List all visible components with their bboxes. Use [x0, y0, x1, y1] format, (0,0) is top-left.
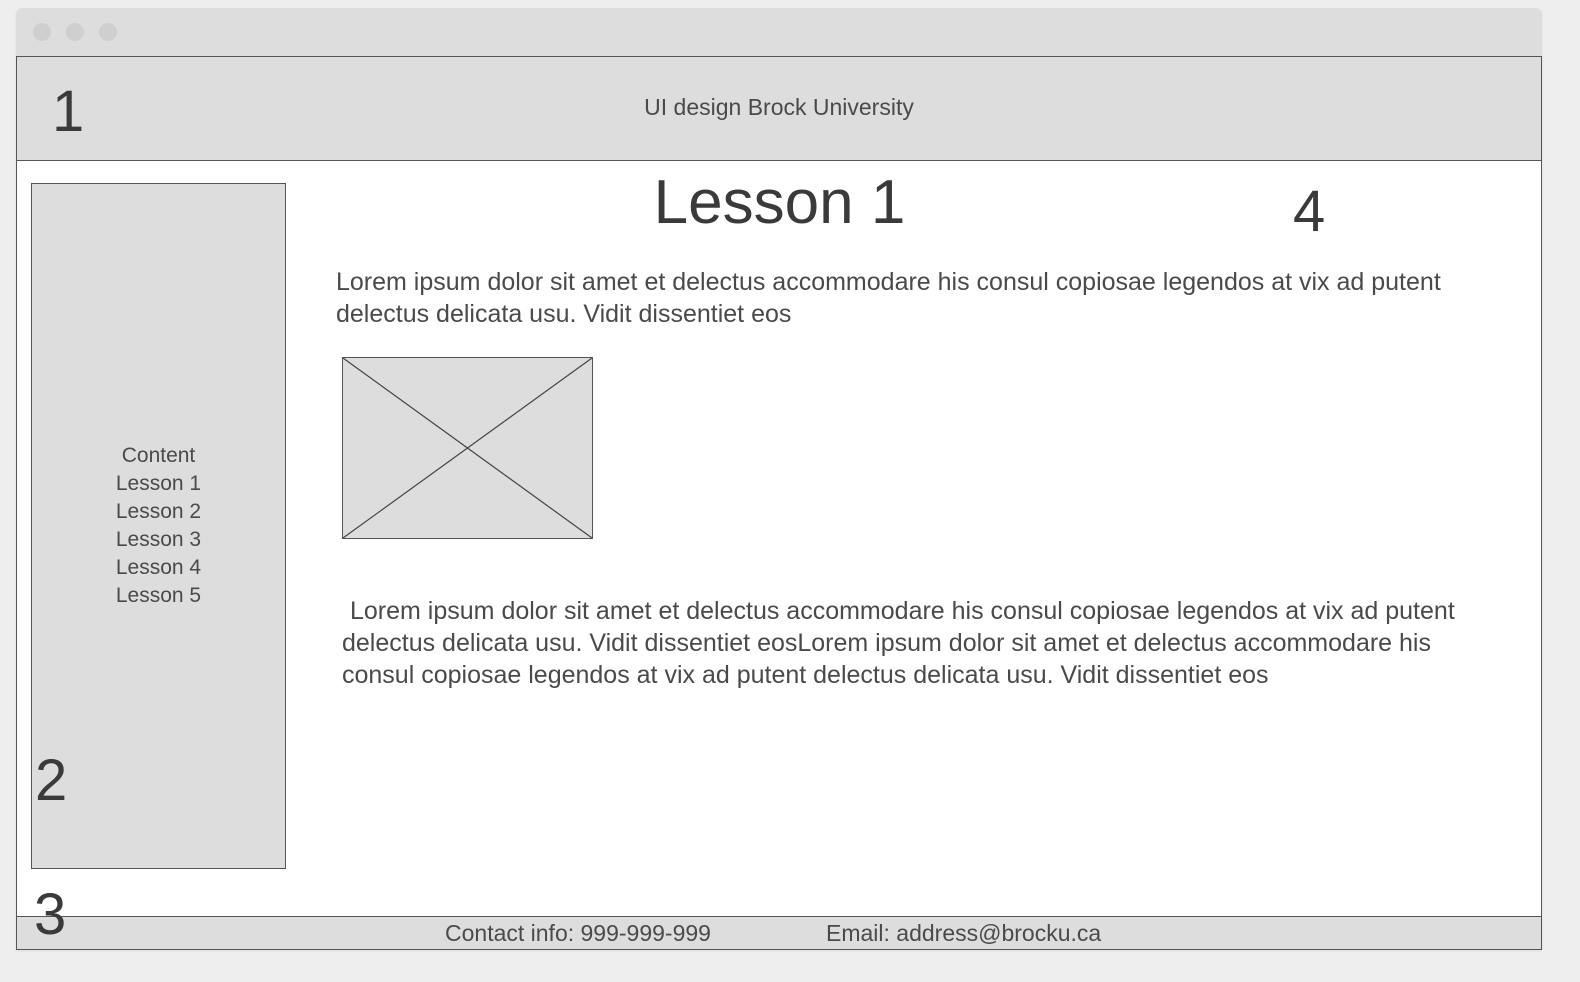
lesson-paragraph-2: Lorem ipsum dolor sit amet et delectus a… [342, 597, 1455, 689]
maximize-dot[interactable] [99, 23, 117, 41]
lesson-paragraph-1: Lorem ipsum dolor sit amet et delectus a… [336, 268, 1441, 328]
sidebar-item-lesson-2[interactable]: Lesson 2 [32, 498, 285, 526]
sidebar-annotation-number: 2 [35, 748, 68, 813]
minimize-dot[interactable] [66, 23, 84, 41]
site-header: 1 UI design Brock University [16, 57, 1542, 161]
sidebar-item-lesson-4[interactable]: Lesson 4 [32, 554, 285, 582]
footer-email[interactable]: Email: address@brocku.ca [826, 920, 1101, 947]
sidebar: Content Lesson 1 Lesson 2 Lesson 3 Lesso… [31, 183, 286, 869]
footer-annotation-number: 3 [34, 882, 67, 947]
image-placeholder-icon [342, 357, 593, 539]
sidebar-menu: Content Lesson 1 Lesson 2 Lesson 3 Lesso… [32, 442, 285, 610]
sidebar-item-lesson-3[interactable]: Lesson 3 [32, 526, 285, 554]
content-annotation-number: 4 [1293, 179, 1326, 244]
footer-contact-info: Contact info: 999-999-999 [445, 920, 711, 946]
site-footer: Contact info: 999-999-999 Email: address… [16, 916, 1542, 950]
page-body: Content Lesson 1 Lesson 2 Lesson 3 Lesso… [16, 161, 1542, 917]
site-title: UI design Brock University [644, 94, 914, 120]
sidebar-heading: Content [121, 444, 196, 467]
lesson-heading: Lesson 1 [653, 168, 906, 237]
sidebar-item-lesson-1[interactable]: Lesson 1 [32, 470, 285, 498]
sidebar-item-lesson-5[interactable]: Lesson 5 [32, 582, 285, 610]
window-titlebar [16, 8, 1542, 57]
close-dot[interactable] [33, 23, 51, 41]
browser-window: 1 UI design Brock University Content Les… [16, 8, 1542, 950]
